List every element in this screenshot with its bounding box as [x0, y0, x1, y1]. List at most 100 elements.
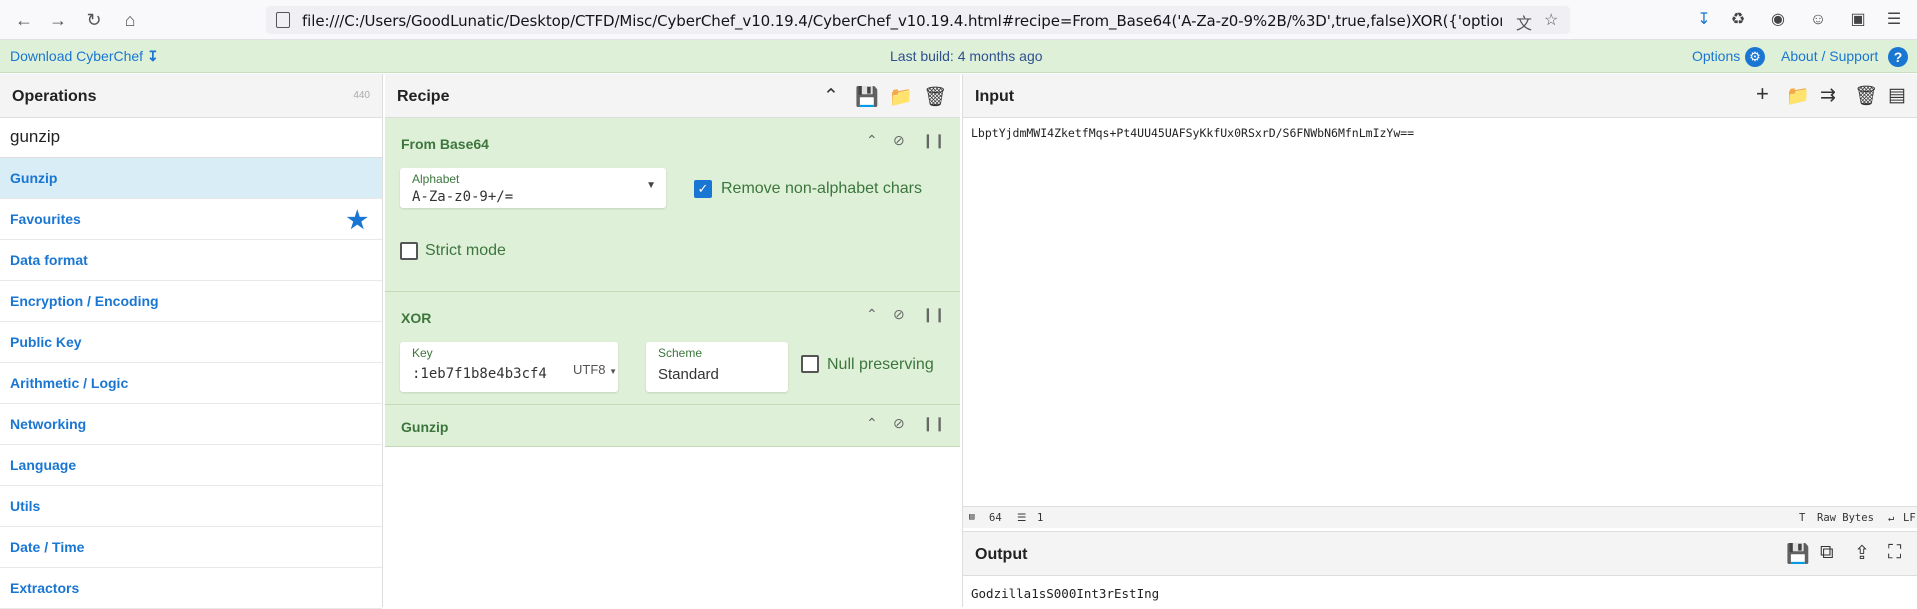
page-icon [276, 12, 290, 28]
text-icon: T [1799, 512, 1806, 524]
category-language[interactable]: Language [0, 445, 382, 486]
output-title: Output [975, 546, 1028, 563]
length-icon: ▤ [969, 512, 975, 522]
op-from-base64: From Base64 ⌃ ⊘ ❙❙ Alphabet A-Za-z0-9+/=… [385, 118, 960, 292]
search-input[interactable] [10, 127, 370, 147]
options-link[interactable]: Options [1692, 48, 1740, 64]
key-format-dropdown[interactable]: UTF8 ▼ [573, 362, 617, 377]
category-label: Arithmetic / Logic [10, 375, 129, 391]
save-output-icon[interactable]: 💾 [1786, 542, 1810, 566]
key-field[interactable]: Key :1eb7f1b8e4b3cf4 UTF8 ▼ [400, 342, 618, 392]
operations-panel: Operations 440 Gunzip Favourites ★ Data f… [0, 74, 383, 609]
key-value: :1eb7f1b8e4b3cf4 [412, 366, 547, 382]
extensions-icon[interactable]: ♻ [1728, 10, 1748, 30]
add-tab-icon[interactable]: + [1756, 81, 1769, 107]
open-file-icon[interactable]: ⇉ [1820, 84, 1836, 107]
disable-icon[interactable]: ⊘ [893, 415, 905, 432]
help-icon[interactable]: ? [1888, 47, 1908, 67]
alphabet-label: Alphabet [412, 172, 460, 186]
browser-toolbar: ← → ↻ ⌂ file:///C:/Users/GoodLunatic/Des… [0, 0, 1917, 40]
back-icon[interactable]: ← [12, 8, 36, 32]
input-length: 64 [989, 512, 1002, 524]
category-favourites[interactable]: Favourites ★ [0, 199, 382, 240]
category-date-time[interactable]: Date / Time [0, 527, 382, 568]
top-banner: Download CyberChef ↧ Last build: 4 month… [0, 40, 1917, 73]
collapse-icon[interactable]: ⌃ [866, 306, 878, 323]
download-link[interactable]: Download CyberChef ↧ [10, 48, 159, 65]
category-encryption[interactable]: Encryption / Encoding [0, 281, 382, 322]
download-label: Download CyberChef [10, 48, 144, 64]
alphabet-value: A-Za-z0-9+/= [412, 189, 514, 205]
input-lines: 1 [1037, 512, 1044, 524]
pause-icon[interactable]: ❙❙ [922, 306, 945, 323]
category-label: Favourites [10, 211, 81, 227]
input-status-bar: ▤ 64 ☰ 1 T Raw Bytes ↵ LF [963, 506, 1917, 528]
trash-icon[interactable]: 🗑 [923, 85, 947, 109]
op-xor: XOR ⌃ ⊘ ❙❙ Key :1eb7f1b8e4b3cf4 UTF8 ▼ S… [385, 292, 960, 405]
eol-label[interactable]: LF [1903, 512, 1916, 524]
key-format-label: UTF8 [573, 362, 606, 377]
forward-icon[interactable]: → [46, 8, 70, 32]
record-icon[interactable]: ◉ [1768, 10, 1788, 30]
downloads-icon[interactable]: ↧ [1694, 10, 1714, 30]
op-name: Gunzip [401, 419, 449, 435]
disable-icon[interactable]: ⊘ [893, 306, 905, 323]
url-bar[interactable]: file:///C:/Users/GoodLunatic/Desktop/CTF… [266, 6, 1570, 34]
category-extractors[interactable]: Extractors [0, 568, 382, 609]
category-utils[interactable]: Utils [0, 486, 382, 527]
scheme-value: Standard [658, 366, 719, 383]
strict-mode-checkbox[interactable] [400, 242, 418, 260]
collapse-icon[interactable]: ⌃ [866, 132, 878, 149]
collapse-icon[interactable]: ⌃ [866, 415, 878, 432]
collapse-all-icon[interactable]: ⌃ [823, 85, 839, 108]
open-folder-icon[interactable]: 📁 [1786, 84, 1810, 108]
folder-icon[interactable]: 📁 [889, 85, 913, 109]
layout-icon[interactable]: ▤ [1888, 84, 1906, 107]
reload-icon[interactable]: ↻ [82, 8, 106, 32]
category-arithmetic[interactable]: Arithmetic / Logic [0, 363, 382, 404]
home-icon[interactable]: ⌂ [118, 8, 142, 32]
save-icon[interactable]: 💾 [855, 85, 879, 109]
scheme-field[interactable]: Scheme Standard [646, 342, 788, 392]
url-text[interactable]: file:///C:/Users/GoodLunatic/Desktop/CTF… [302, 12, 1502, 30]
profile-icon[interactable]: ☺ [1808, 10, 1828, 30]
input-panel: Input + 📁 ⇉ 🗑 ▤ LbptYjdmMWI4ZketfMqs+Pt4… [962, 74, 1917, 531]
about-link[interactable]: About / Support [1781, 48, 1878, 64]
raw-bytes-label[interactable]: Raw Bytes [1817, 512, 1874, 524]
category-networking[interactable]: Networking [0, 404, 382, 445]
alphabet-field[interactable]: Alphabet A-Za-z0-9+/= ▼ [400, 168, 666, 208]
op-gunzip: Gunzip ⌃ ⊘ ❙❙ [385, 405, 960, 447]
pause-icon[interactable]: ❙❙ [922, 132, 945, 149]
menu-icon[interactable]: ☰ [1884, 10, 1904, 30]
bookmark-star-icon[interactable]: ☆ [1544, 10, 1558, 30]
disable-icon[interactable]: ⊘ [893, 132, 905, 149]
recipe-panel: Recipe ⌃ 💾 📁 🗑 From Base64 ⌃ ⊘ ❙❙ Alphab… [385, 74, 960, 607]
op-item-gunzip[interactable]: Gunzip [0, 158, 382, 199]
null-preserving-checkbox[interactable] [801, 355, 819, 373]
null-preserving-label: Null preserving [827, 356, 934, 373]
key-label: Key [412, 346, 433, 360]
input-header: Input + 📁 ⇉ 🗑 ▤ [963, 74, 1917, 118]
category-label: Utils [10, 498, 41, 514]
translate-icon[interactable]: 文 [1516, 10, 1532, 34]
replace-input-icon[interactable]: ⇪ [1854, 542, 1870, 565]
category-data-format[interactable]: Data format [0, 240, 382, 281]
pause-icon[interactable]: ❙❙ [922, 415, 945, 432]
gear-icon[interactable]: ⚙ [1745, 47, 1765, 67]
operations-header: Operations 440 [0, 74, 382, 118]
input-text[interactable]: LbptYjdmMWI4ZketfMqs+Pt4UU45UAFSyKkfUx0R… [971, 126, 1414, 140]
recipe-title: Recipe [397, 88, 450, 105]
op-name: From Base64 [401, 136, 489, 152]
copy-icon[interactable]: ⧉ [1820, 542, 1834, 564]
maximize-icon[interactable]: ⛶ [1888, 542, 1901, 564]
clear-input-icon[interactable]: 🗑 [1854, 84, 1878, 108]
sidebar-icon[interactable]: ▣ [1848, 10, 1868, 30]
operations-search [0, 118, 382, 158]
operations-title: Operations [12, 88, 97, 105]
output-text: Godzilla1sS000Int3rEstIng [971, 586, 1160, 601]
category-label: Encryption / Encoding [10, 293, 159, 309]
operations-count: 440 [353, 90, 370, 101]
category-public-key[interactable]: Public Key [0, 322, 382, 363]
category-label: Extractors [10, 580, 80, 596]
remove-nonalpha-checkbox[interactable]: ✓ [694, 180, 712, 198]
